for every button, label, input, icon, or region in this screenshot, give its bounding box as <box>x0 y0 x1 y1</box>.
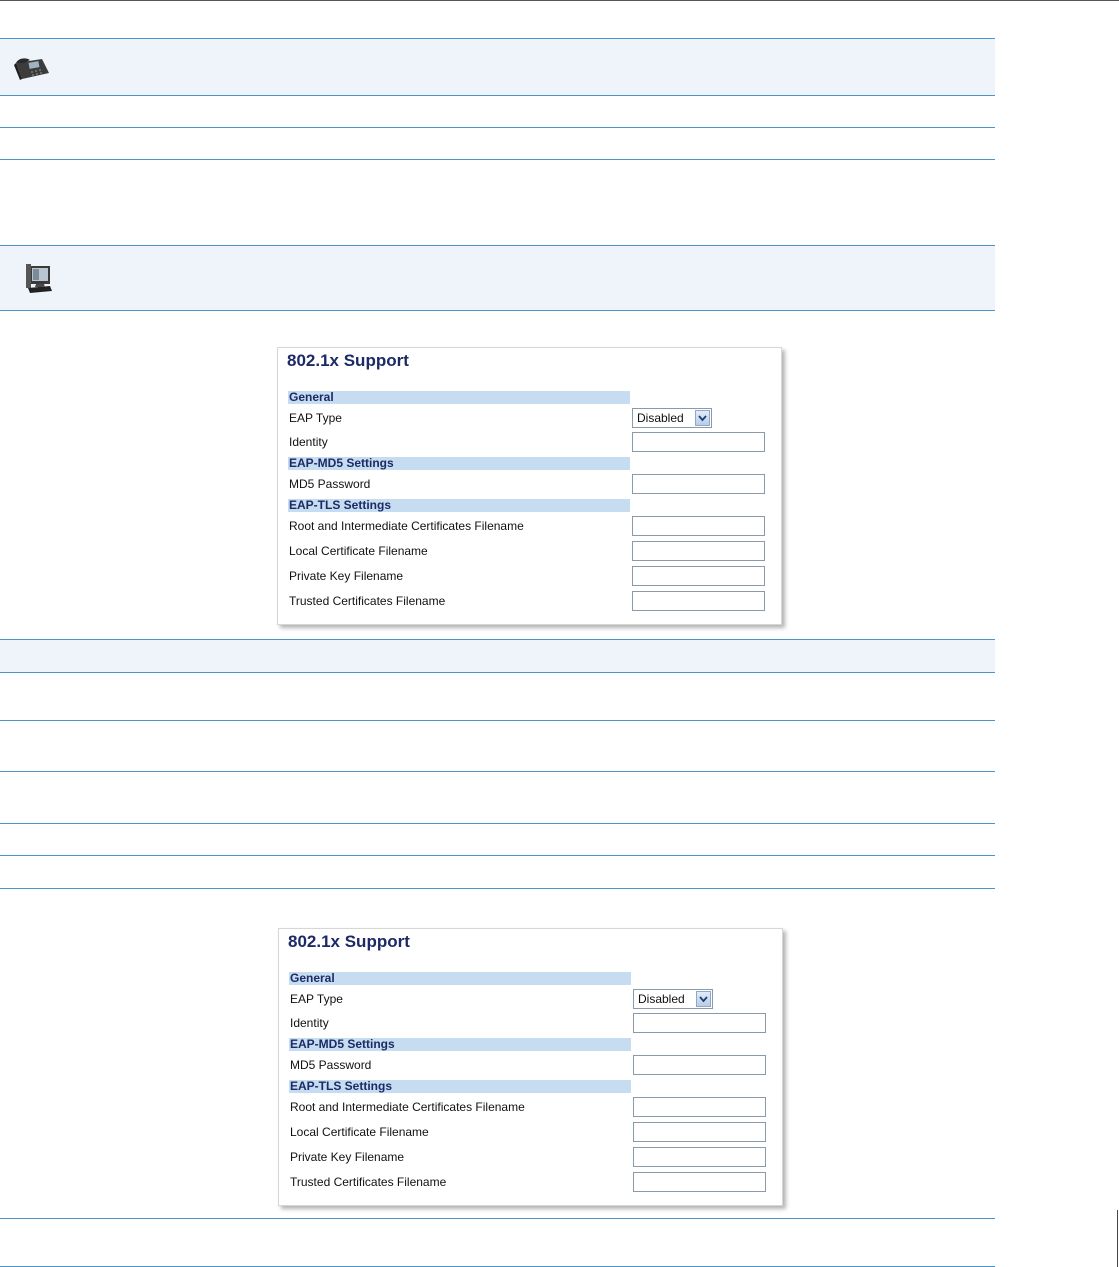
eap-type-label: EAP Type <box>289 411 342 425</box>
section-eap-tls: EAP-TLS Settings <box>290 1079 393 1093</box>
section-eap-md5: EAP-MD5 Settings <box>290 1037 395 1051</box>
private-key-label: Private Key Filename <box>289 569 404 583</box>
md5-password-field[interactable] <box>632 474 765 494</box>
identity-label: Identity <box>289 435 328 449</box>
trusted-certs-label: Trusted Certificates Filename <box>290 1175 447 1189</box>
phone-ui-banner <box>0 38 995 96</box>
settings-screenshot-1: 802.1x Support General EAP Type Disabled… <box>277 347 782 625</box>
eap-type-select[interactable]: Disabled <box>633 989 713 1009</box>
local-cert-field[interactable] <box>633 1122 766 1142</box>
table-rule <box>0 672 995 673</box>
eap-type-label: EAP Type <box>290 992 343 1006</box>
local-cert-label: Local Certificate Filename <box>289 544 428 558</box>
eap-type-value: Disabled <box>638 992 685 1006</box>
table-rule <box>0 1218 995 1219</box>
section-eap-md5: EAP-MD5 Settings <box>289 456 394 470</box>
section-general: General <box>290 971 335 985</box>
trusted-certs-label: Trusted Certificates Filename <box>289 594 446 608</box>
md5-password-label: MD5 Password <box>290 1058 372 1072</box>
private-key-field[interactable] <box>633 1147 766 1167</box>
table-rule <box>0 639 995 640</box>
table-rule <box>0 888 995 889</box>
trusted-certs-field[interactable] <box>633 1172 766 1192</box>
section-bar <box>288 391 630 404</box>
eap-type-value: Disabled <box>637 411 684 425</box>
table-rule <box>0 823 995 824</box>
settings-screenshot-2: 802.1x Support General EAP Type Disabled… <box>278 928 783 1206</box>
identity-field[interactable] <box>632 432 765 452</box>
section-eap-tls: EAP-TLS Settings <box>289 498 392 512</box>
trusted-certs-field[interactable] <box>632 591 765 611</box>
chevron-down-icon[interactable] <box>695 410 710 426</box>
web-ui-banner <box>0 245 995 311</box>
table-rule <box>0 720 995 721</box>
table-rule <box>0 771 995 772</box>
table-rule <box>0 159 995 160</box>
computer-icon <box>24 262 54 301</box>
eap-type-select[interactable]: Disabled <box>632 408 712 428</box>
table-rule <box>0 127 995 128</box>
table-rule <box>0 855 995 856</box>
section-general: General <box>289 390 334 404</box>
identity-label: Identity <box>290 1016 329 1030</box>
section-bar <box>289 972 631 985</box>
ip-phone-icon <box>12 56 52 87</box>
local-cert-label: Local Certificate Filename <box>290 1125 429 1139</box>
identity-field[interactable] <box>633 1013 766 1033</box>
panel-title: 802.1x Support <box>288 932 410 951</box>
md5-password-label: MD5 Password <box>289 477 371 491</box>
chevron-down-icon[interactable] <box>696 991 711 1007</box>
root-cert-field[interactable] <box>632 516 765 536</box>
private-key-field[interactable] <box>632 566 765 586</box>
root-cert-field[interactable] <box>633 1097 766 1117</box>
panel-title: 802.1x Support <box>287 351 409 370</box>
page-top-rule <box>0 0 1119 1</box>
local-cert-field[interactable] <box>632 541 765 561</box>
md5-password-field[interactable] <box>633 1055 766 1075</box>
root-cert-label: Root and Intermediate Certificates Filen… <box>289 519 524 533</box>
private-key-label: Private Key Filename <box>290 1150 405 1164</box>
shaded-row <box>0 639 995 672</box>
root-cert-label: Root and Intermediate Certificates Filen… <box>290 1100 525 1114</box>
page-edge-mark <box>1117 1210 1118 1267</box>
